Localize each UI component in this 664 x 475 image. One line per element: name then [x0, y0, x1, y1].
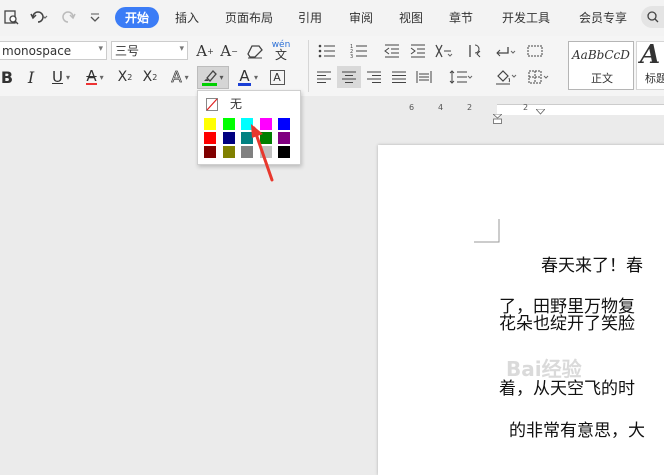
increase-indent-icon[interactable]: [408, 41, 428, 61]
color-swatch[interactable]: [204, 132, 216, 144]
tab-page-layout[interactable]: 页面布局: [225, 9, 273, 26]
numbering-icon[interactable]: 123: [348, 41, 370, 61]
menu-bar: 开始 插入 页面布局 引用 审阅 视图 章节 开发工具 会员专享: [0, 0, 664, 36]
text-direction-icon[interactable]: [465, 41, 485, 61]
document-line: 花朵也绽开了笑脸: [499, 314, 635, 334]
table-border-icon[interactable]: [525, 41, 545, 61]
tab-view[interactable]: 视图: [399, 9, 423, 26]
no-color-option[interactable]: 无: [202, 94, 292, 111]
color-swatch[interactable]: [278, 146, 290, 158]
tab-references[interactable]: 引用: [298, 9, 322, 26]
no-color-icon: [206, 96, 218, 111]
search-icon[interactable]: [641, 6, 664, 28]
font-name-value: monospace: [2, 43, 72, 58]
align-right-button[interactable]: [364, 67, 384, 87]
divider: [308, 40, 309, 92]
tab-review[interactable]: 审阅: [349, 9, 373, 26]
highlighter-icon: [202, 69, 218, 86]
tab-sections[interactable]: 章节: [449, 9, 473, 26]
italic-button[interactable]: I: [22, 67, 40, 87]
superscript-button[interactable]: X2: [114, 67, 136, 87]
ruler-label: 2: [523, 103, 529, 112]
ribbon-toolbar: monospace ▾ 三号 ▾ A + A − wén 文 123 AaBbCcD …: [0, 36, 664, 97]
underline-button[interactable]: U ▾: [46, 67, 76, 87]
chevron-down-icon: ▾: [98, 44, 103, 54]
color-swatch[interactable]: [222, 118, 235, 130]
justify-button[interactable]: [389, 67, 409, 87]
character-border-button[interactable]: A: [268, 68, 286, 86]
color-swatch[interactable]: [222, 146, 235, 158]
indent-marker-icon[interactable]: [491, 109, 504, 124]
borders-button[interactable]: [526, 67, 554, 87]
align-left-button[interactable]: [314, 67, 334, 87]
chevron-down-icon: ▾: [179, 44, 184, 54]
style-normal[interactable]: AaBbCcD 正文: [568, 41, 634, 90]
color-swatch[interactable]: [278, 118, 290, 130]
pointer-arrow-annotation: [251, 124, 274, 182]
svg-text:3: 3: [350, 54, 353, 58]
line-spacing-button[interactable]: [447, 67, 475, 87]
style-normal-preview: AaBbCcD: [572, 48, 630, 62]
quick-access-dropdown-icon[interactable]: [88, 10, 102, 24]
color-swatch[interactable]: [278, 132, 290, 144]
chinese-layout-icon[interactable]: [432, 41, 456, 61]
color-swatch[interactable]: [204, 118, 216, 130]
style-heading-label: 标题: [645, 72, 664, 85]
tab-insert[interactable]: 插入: [175, 9, 199, 26]
clear-formatting-icon[interactable]: [245, 41, 265, 61]
style-normal-label: 正文: [591, 72, 613, 85]
document-line: 的非常有意思，大: [509, 421, 645, 441]
tab-member[interactable]: 会员专享: [579, 9, 627, 26]
undo-icon[interactable]: [28, 8, 50, 26]
style-heading-preview: A: [640, 40, 661, 70]
line-break-icon[interactable]: [492, 41, 518, 61]
text-effect-button[interactable]: A ▾: [166, 67, 194, 87]
font-color-button[interactable]: A ▾: [234, 67, 262, 87]
font-size-select[interactable]: 三号 ▾: [111, 41, 188, 60]
distributed-align-button[interactable]: [413, 67, 435, 87]
strikethrough-button[interactable]: A ▾: [80, 67, 110, 87]
font-name-select[interactable]: monospace ▾: [0, 41, 107, 60]
font-size-value: 三号: [115, 44, 140, 58]
print-preview-icon[interactable]: [2, 8, 20, 26]
first-line-indent-icon[interactable]: [535, 100, 546, 115]
watermark: Bai经验: [506, 357, 582, 381]
horizontal-ruler[interactable]: 6 4 2 2: [0, 96, 664, 124]
ruler-label: 4: [438, 103, 444, 112]
style-heading[interactable]: A 标题: [636, 40, 664, 90]
no-color-label: 无: [230, 97, 243, 111]
shading-button[interactable]: [492, 67, 520, 87]
color-swatch[interactable]: [204, 146, 216, 158]
ruler-label: 2: [467, 103, 473, 112]
align-center-button[interactable]: [337, 66, 361, 88]
document-page[interactable]: 春天来了！春 了，田野里万物复 花朵也绽开了笑脸 着，从天空飞的时 的非常有意思…: [378, 145, 664, 475]
redo-icon[interactable]: [60, 8, 78, 26]
document-line: 春天来了！春: [541, 256, 643, 276]
phonetic-guide-icon[interactable]: wén 文: [270, 38, 292, 62]
bold-button[interactable]: B: [0, 67, 16, 87]
highlight-color-button[interactable]: ▾: [197, 66, 229, 89]
color-swatch[interactable]: [222, 132, 235, 144]
ruler-label: 6: [409, 103, 415, 112]
tab-home[interactable]: 开始: [115, 7, 160, 28]
decrease-indent-icon[interactable]: [382, 41, 402, 61]
subscript-button[interactable]: X2: [139, 67, 161, 87]
decrease-font-size-icon[interactable]: A −: [219, 41, 239, 61]
increase-font-size-icon[interactable]: A +: [195, 41, 215, 61]
bullets-icon[interactable]: [316, 41, 338, 61]
margin-corner-marker: [474, 219, 500, 243]
tab-developer[interactable]: 开发工具: [502, 9, 550, 26]
